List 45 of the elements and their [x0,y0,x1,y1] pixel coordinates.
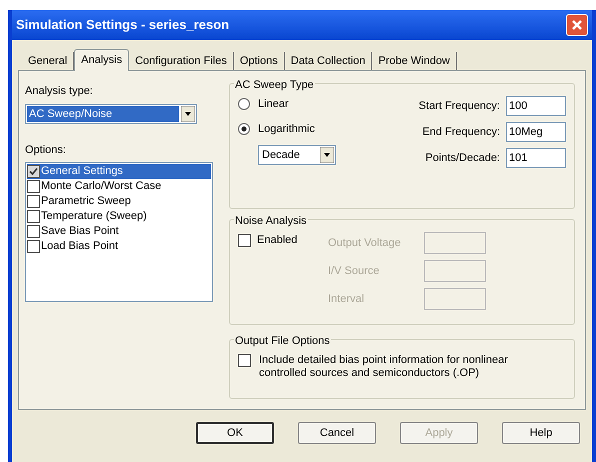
list-item[interactable]: Temperature (Sweep) [27,209,211,224]
checkbox[interactable] [27,210,40,223]
field-label: Options: [25,142,67,158]
input-field[interactable]: 100 [506,96,566,116]
radio-label: Linear [258,97,289,112]
input-field[interactable]: 10Meg [506,122,566,142]
field-label: Start Frequency: [418,98,500,114]
checkbox[interactable] [27,225,40,238]
list-item[interactable]: Monte Carlo/Worst Case [27,179,211,194]
checkbox[interactable] [238,354,251,367]
analysis-type-dropdown[interactable]: AC Sweep/Noise [25,104,197,124]
dialog-button[interactable]: OK [196,422,274,444]
field-label: End Frequency: [422,124,500,140]
group-title: Output File Options [234,333,331,350]
dialog-button[interactable]: Help [502,422,580,444]
tab[interactable]: Analysis [74,49,130,71]
input-field[interactable]: 101 [506,148,566,168]
checkbox[interactable] [238,234,251,247]
field-label: Output Voltage [328,236,402,251]
dialog-button[interactable]: Cancel [298,422,376,444]
radio-button[interactable] [238,122,250,135]
checkbox[interactable] [27,240,40,253]
checkbox[interactable] [27,165,40,178]
field-label: Points/Decade: [425,150,500,166]
scale-dropdown[interactable]: Decade [258,145,336,165]
group-title: Noise Analysis [234,213,308,230]
list-item[interactable]: General Settings [27,164,211,179]
dropdown-arrow-icon [181,106,195,122]
group-title: AC Sweep Type [234,77,315,94]
field-label: I/V Source [328,264,380,279]
checkbox[interactable] [27,180,40,193]
field-label: Analysis type: [25,84,94,99]
window-title: Simulation Settings - series_reson [16,16,230,34]
list-item[interactable]: Save Bias Point [27,224,211,239]
checkbox[interactable] [27,195,40,208]
close-button[interactable] [566,14,588,36]
list-item[interactable]: Parametric Sweep [27,194,211,209]
close-icon [571,19,583,31]
radio-button[interactable] [238,98,250,110]
list-item[interactable]: Load Bias Point [27,239,211,254]
dropdown-arrow-icon [320,147,334,163]
checkbox-label: Include detailed bias point information for nonlinear controlled sources and semiconductors (.OP) [259,354,509,380]
radio-label: Logarithmic [258,122,315,136]
field-label: Interval [328,292,366,307]
checkbox-label: Enabled [257,233,298,248]
